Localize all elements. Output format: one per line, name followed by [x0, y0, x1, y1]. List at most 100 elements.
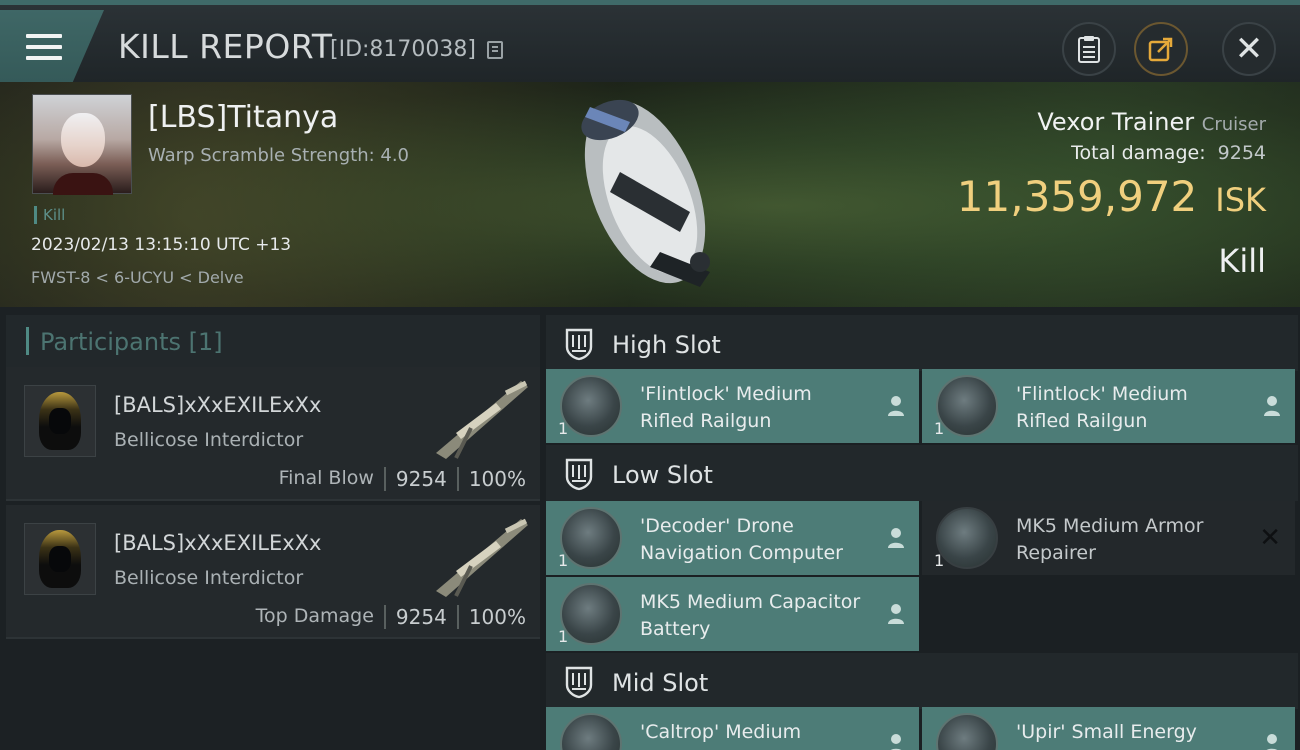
participant-avatar[interactable]: [24, 385, 96, 457]
item-quantity: 1: [558, 627, 569, 646]
drone-computer-icon: [560, 507, 622, 569]
divider: [383, 605, 386, 629]
report-id: [ID:8170038]: [330, 37, 476, 62]
item-name: 'Flintlock' Medium Rifled Railgun: [1016, 383, 1188, 432]
item-quantity: 1: [558, 551, 569, 570]
item-name: 'Caltrop' Medium: [640, 721, 802, 743]
share-button[interactable]: [1134, 22, 1188, 76]
person-icon: [890, 734, 902, 750]
participant-ship: Bellicose Interdictor: [114, 567, 304, 589]
participants-heading: Participants: [40, 328, 181, 356]
participants-header: Participants [1]: [6, 315, 540, 367]
isk-value: 11,359,972 ISK: [957, 172, 1266, 221]
person-icon: [888, 528, 904, 548]
item-name: 'Decoder' Drone Navigation Computer: [640, 515, 843, 564]
total-damage-value: 9254: [1217, 142, 1266, 164]
participant-name[interactable]: [BALS]xXxEXILExXx: [114, 393, 322, 417]
participants-panel: Participants [1] [BALS]xXxEXILExXx Belli…: [0, 307, 540, 750]
final-blow-label: Final Blow: [278, 467, 374, 489]
isk-unit: ISK: [1215, 181, 1266, 219]
participant-row[interactable]: [BALS]xXxEXILExXx Bellicose Interdictor …: [6, 367, 540, 501]
person-icon: [888, 396, 904, 416]
victim-banner: [LBS]Titanya Warp Scramble Strength: 4.0…: [0, 82, 1300, 307]
victim-avatar[interactable]: [32, 94, 132, 195]
railgun-icon: [560, 375, 622, 437]
kill-location[interactable]: FWST-8 < 6-UCYU < Delve: [31, 268, 244, 287]
participant-damage: 9254: [395, 605, 447, 629]
item-quantity: 1: [558, 419, 569, 438]
clipboard-icon: [1078, 36, 1100, 63]
participant-percent: 100%: [468, 605, 526, 629]
item-name: MK5 Medium Armor Repairer: [1016, 515, 1204, 564]
person-icon: [1266, 734, 1278, 750]
page-title: KILL REPORT: [118, 27, 333, 66]
divider: [383, 467, 386, 491]
item-name: 'Upir' Small Energy: [1016, 721, 1197, 743]
total-damage: Total damage: 9254: [1071, 142, 1266, 164]
top-damage-label: Top Damage: [255, 605, 374, 627]
slot-icon: [565, 666, 593, 699]
result-label: Kill: [1218, 242, 1266, 280]
participant-row[interactable]: [BALS]xXxEXILExXx Bellicose Interdictor …: [6, 505, 540, 639]
destroyed-icon: ✕: [1259, 523, 1281, 553]
slot-icon: [565, 458, 593, 491]
high-slot-item[interactable]: 1 'Flintlock' Medium Rifled Railgun: [546, 369, 919, 443]
capacitor-battery-icon: [560, 583, 622, 645]
item-quantity: 1: [934, 419, 945, 438]
participant-damage: 9254: [395, 467, 447, 491]
mid-slot-item[interactable]: 1 'Upir' Small Energy: [922, 707, 1295, 750]
high-slot-title: High Slot: [612, 331, 721, 359]
participant-name[interactable]: [BALS]xXxEXILExXx: [114, 531, 322, 555]
clipboard-button[interactable]: [1062, 22, 1116, 76]
participant-ship: Bellicose Interdictor: [114, 429, 304, 451]
item-quantity: 1: [934, 551, 945, 570]
low-slot-header: Low Slot: [546, 445, 1298, 501]
participants-count: [1]: [188, 328, 223, 356]
fitting-panel: High Slot 1 'Flintlock' Medium Rifled Ra…: [540, 307, 1300, 750]
participant-stats: Final Blow 9254 100%: [279, 467, 526, 491]
warp-scramble-strength: Warp Scramble Strength: 4.0: [148, 145, 410, 166]
ship-name: Vexor Trainer: [1037, 108, 1195, 136]
item-name: MK5 Medium Capacitor Battery: [640, 591, 861, 640]
isk-amount: 11,359,972: [956, 172, 1198, 221]
divider: [456, 467, 459, 491]
item-name: 'Flintlock' Medium Rifled Railgun: [640, 383, 812, 432]
copy-icon[interactable]: [487, 41, 503, 59]
victim-ship[interactable]: Vexor Trainer Cruiser: [1037, 108, 1266, 136]
slot-icon: [565, 328, 593, 361]
participant-ship-image: [436, 518, 528, 597]
mid-module-icon: [560, 713, 622, 750]
low-slot-item[interactable]: 1 MK5 Medium Capacitor Battery: [546, 577, 919, 651]
low-slot-item[interactable]: 1 MK5 Medium Armor Repairer ✕: [922, 501, 1295, 575]
accent-bar: [26, 327, 29, 355]
header-bar: KILL REPORT [ID:8170038] ✕: [0, 0, 1300, 82]
kill-timestamp: 2023/02/13 13:15:10 UTC +13: [31, 235, 292, 255]
participant-ship-image: [436, 380, 528, 459]
ship-image: [581, 99, 710, 287]
close-icon: ✕: [1234, 29, 1264, 69]
low-slot-item[interactable]: 1 'Decoder' Drone Navigation Computer: [546, 501, 919, 575]
participants-title: Participants [1]: [40, 328, 223, 356]
divider: [456, 605, 459, 629]
person-icon: [1264, 396, 1280, 416]
high-slot-item[interactable]: 1 'Flintlock' Medium Rifled Railgun: [922, 369, 1295, 443]
share-icon: [1148, 37, 1173, 62]
menu-button[interactable]: [0, 10, 104, 82]
person-icon: [888, 604, 904, 624]
menu-icon: [26, 34, 62, 64]
victim-name[interactable]: [LBS]Titanya: [148, 100, 338, 135]
low-slot-title: Low Slot: [612, 461, 713, 489]
total-damage-label: Total damage:: [1071, 142, 1206, 164]
kill-tag: Kill: [34, 206, 65, 224]
participant-avatar[interactable]: [24, 523, 96, 595]
participant-percent: 100%: [468, 467, 526, 491]
railgun-icon: [936, 375, 998, 437]
participant-stats: Top Damage 9254 100%: [256, 605, 526, 629]
mid-slot-title: Mid Slot: [612, 669, 709, 697]
close-button[interactable]: ✕: [1222, 22, 1276, 76]
mid-module-icon: [936, 713, 998, 750]
armor-repairer-icon: [936, 507, 998, 569]
high-slot-header: High Slot: [546, 315, 1298, 371]
mid-slot-item[interactable]: 1 'Caltrop' Medium: [546, 707, 919, 750]
ship-class: Cruiser: [1201, 114, 1266, 135]
